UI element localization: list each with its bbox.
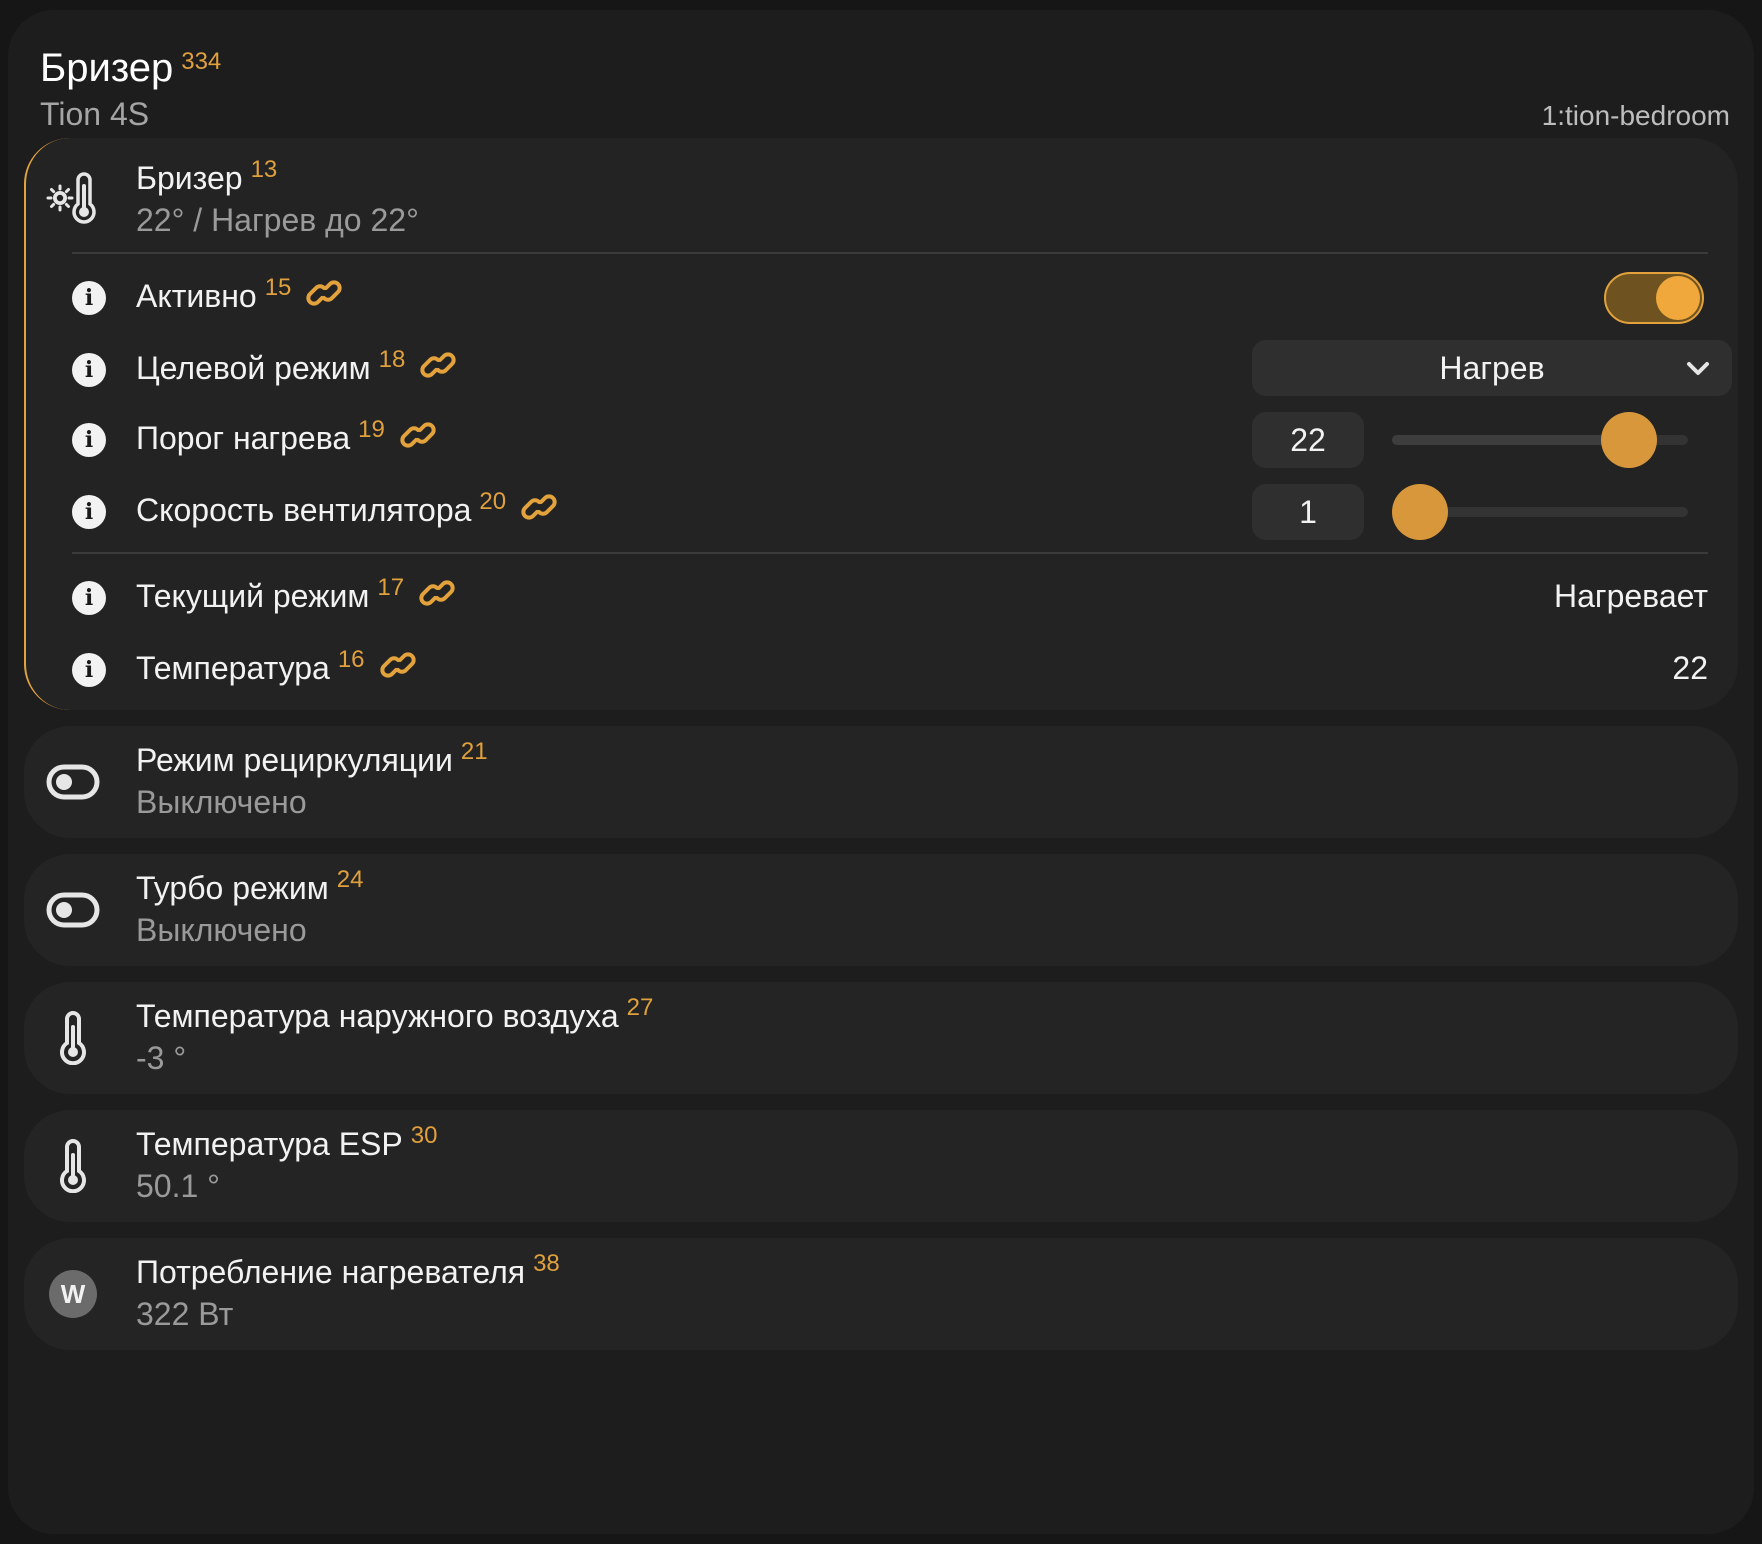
row-label: Активно xyxy=(136,278,257,314)
row-fan-speed: i Скорость вентилятора 20 1 xyxy=(72,482,1708,542)
entity-heater-power[interactable]: W Потребление нагревателя 38 322 Вт xyxy=(24,1238,1738,1350)
select-value: Нагрев xyxy=(1439,350,1545,386)
row-id: 20 xyxy=(479,488,507,515)
entity-value: Выключено xyxy=(136,912,307,948)
entity-value: Выключено xyxy=(136,784,307,820)
row-label: Температура xyxy=(136,650,330,686)
entity-title: Режим рециркуляции xyxy=(136,742,453,778)
device-id: 334 xyxy=(181,48,222,75)
info-icon[interactable]: i xyxy=(72,353,106,387)
link-icon[interactable] xyxy=(418,578,456,615)
link-icon[interactable] xyxy=(379,650,417,687)
entity-title: Температура наружного воздуха xyxy=(136,998,619,1034)
row-active: i Активно 15 xyxy=(72,268,1708,328)
link-icon[interactable] xyxy=(399,420,437,457)
watt-icon: W xyxy=(46,1267,100,1321)
device-model: Tion 4S xyxy=(40,96,150,132)
entity-id: 21 xyxy=(460,738,488,765)
entity-id: 24 xyxy=(336,866,364,893)
thermometer-icon xyxy=(46,1011,100,1065)
entity-esp-temperature[interactable]: Температура ESP 30 50.1 ° xyxy=(24,1110,1738,1222)
entity-title: Температура ESP xyxy=(136,1126,403,1162)
row-id: 16 xyxy=(337,646,365,673)
entity-outdoor-temperature[interactable]: Температура наружного воздуха 27 -3 ° xyxy=(24,982,1738,1094)
row-current-mode: i Текущий режим 17 Нагревает xyxy=(72,568,1708,628)
temperature-value: 22 xyxy=(1672,650,1708,686)
row-label: Целевой режим xyxy=(136,350,371,386)
toggle-switch-icon xyxy=(46,883,100,937)
link-icon[interactable] xyxy=(305,278,343,315)
device-room: 1:tion-bedroom xyxy=(1541,100,1730,131)
entity-turbo[interactable]: Турбо режим 24 Выключено xyxy=(24,854,1738,966)
row-label: Порог нагрева xyxy=(136,420,351,456)
slider-fill xyxy=(1392,435,1629,445)
slider-thumb[interactable] xyxy=(1392,484,1448,540)
info-icon[interactable]: i xyxy=(72,281,106,315)
thermometer-icon xyxy=(46,1139,100,1193)
target-mode-select[interactable]: Нагрев xyxy=(1252,340,1732,396)
heat-threshold-input[interactable]: 22 xyxy=(1252,412,1364,468)
entity-title: Турбо режим xyxy=(136,870,329,906)
thermostat-icon[interactable] xyxy=(46,172,100,226)
row-label: Текущий режим xyxy=(136,578,370,614)
entity-id: 27 xyxy=(626,994,654,1021)
active-toggle[interactable] xyxy=(1604,272,1704,324)
row-id: 17 xyxy=(377,574,405,601)
entity-value: -3 ° xyxy=(136,1040,187,1076)
toggle-knob xyxy=(1656,276,1700,320)
row-label: Скорость вентилятора xyxy=(136,492,472,528)
device-name: Бризер xyxy=(40,46,174,90)
entity-value: 322 Вт xyxy=(136,1296,234,1332)
entity-recirculation[interactable]: Режим рециркуляции 21 Выключено xyxy=(24,726,1738,838)
climate-name: Бризер xyxy=(136,160,243,196)
link-icon[interactable] xyxy=(419,350,457,387)
row-id: 19 xyxy=(358,416,385,443)
row-target-mode: i Целевой режим 18 Нагрев xyxy=(72,340,1732,400)
climate-title: Бризер 13 xyxy=(136,156,277,197)
watt-badge: W xyxy=(49,1270,97,1318)
fan-speed-input[interactable]: 1 xyxy=(1252,484,1364,540)
entity-title: Потребление нагревателя xyxy=(136,1254,526,1290)
device-card: Бризер 334 Tion 4S 1:tion-bedroom Бризер… xyxy=(8,10,1754,1534)
current-mode-value: Нагревает xyxy=(1554,578,1708,614)
slider-thumb[interactable] xyxy=(1600,412,1657,468)
info-icon[interactable]: i xyxy=(72,495,106,529)
row-id: 18 xyxy=(378,346,406,373)
entity-value: 50.1 ° xyxy=(136,1168,220,1204)
climate-status: 22° / Нагрев до 22° xyxy=(136,202,419,238)
info-icon[interactable]: i xyxy=(72,581,106,615)
divider xyxy=(72,552,1708,554)
climate-id: 13 xyxy=(250,156,278,183)
heat-threshold-slider[interactable] xyxy=(1392,412,1688,468)
row-temperature: i Температура 16 22 xyxy=(72,640,1708,700)
entity-id: 30 xyxy=(410,1122,438,1149)
device-title: Бризер 334 xyxy=(40,46,221,91)
toggle-switch-icon xyxy=(46,755,100,809)
info-icon[interactable]: i xyxy=(72,653,106,687)
row-heat-threshold: i Порог нагрева 19 22 xyxy=(72,410,1708,470)
fan-speed-slider[interactable] xyxy=(1392,484,1688,540)
row-id: 15 xyxy=(264,274,292,301)
entity-id: 38 xyxy=(533,1250,560,1277)
link-icon[interactable] xyxy=(520,492,558,529)
chevron-down-icon xyxy=(1686,354,1710,387)
divider xyxy=(72,252,1708,254)
climate-group: Бризер 13 22° / Нагрев до 22° i Активно 15… xyxy=(24,138,1738,710)
info-icon[interactable]: i xyxy=(72,423,106,457)
